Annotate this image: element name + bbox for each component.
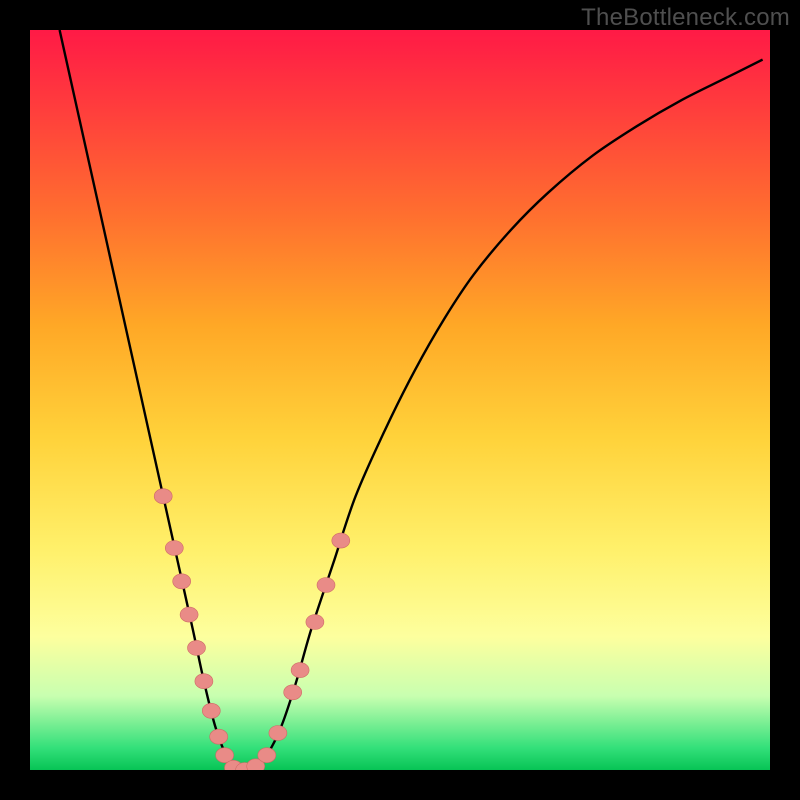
marker-group bbox=[154, 489, 350, 770]
curve-marker bbox=[154, 489, 172, 504]
curve-marker bbox=[165, 541, 183, 556]
curve-marker bbox=[332, 533, 350, 548]
curve-marker bbox=[258, 748, 276, 763]
curve-marker bbox=[210, 729, 228, 744]
curve-marker bbox=[180, 607, 198, 622]
curve-marker bbox=[317, 578, 335, 593]
curve-marker bbox=[306, 615, 324, 630]
curve-marker bbox=[202, 703, 220, 718]
bottleneck-curve-path bbox=[60, 30, 763, 770]
curve-marker bbox=[188, 640, 206, 655]
curve-marker bbox=[173, 574, 191, 589]
bottleneck-curve-svg bbox=[30, 30, 770, 770]
curve-marker bbox=[269, 726, 287, 741]
curve-marker bbox=[284, 685, 302, 700]
curve-marker bbox=[291, 663, 309, 678]
chart-plot-area bbox=[30, 30, 770, 770]
watermark-text: TheBottleneck.com bbox=[581, 4, 790, 32]
curve-marker bbox=[195, 674, 213, 689]
chart-frame: TheBottleneck.com bbox=[0, 0, 800, 800]
